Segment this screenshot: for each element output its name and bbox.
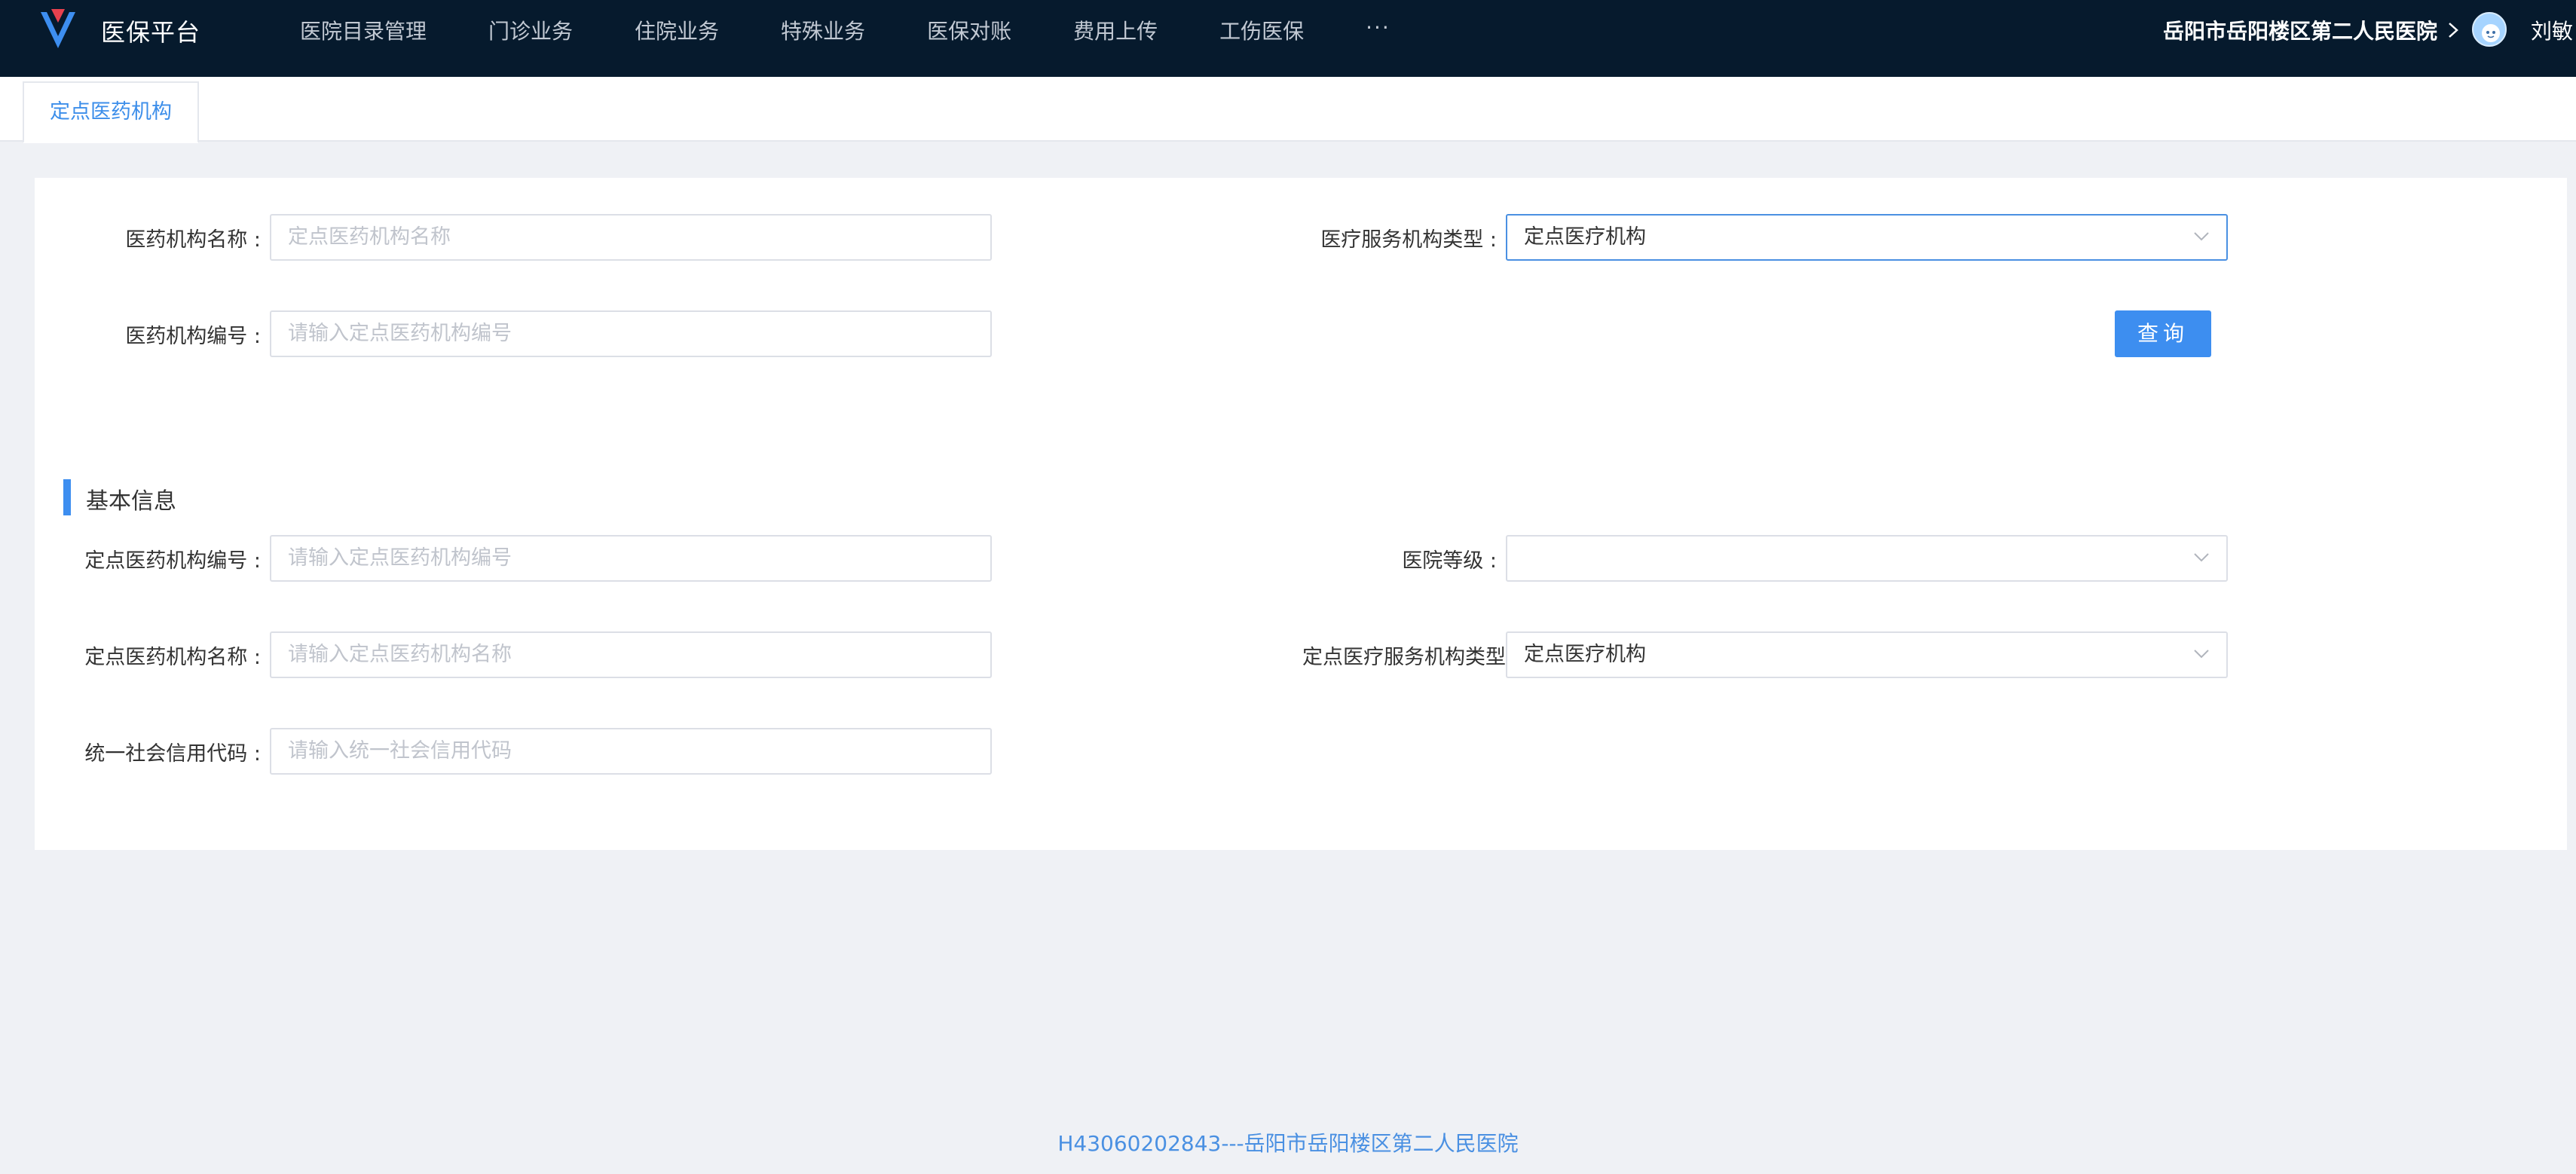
institution-code-input[interactable]: 请输入定点医药机构编号 <box>270 310 992 357</box>
org-switcher[interactable]: 岳阳市岳阳楼区第二人民医院 <box>2163 15 2461 45</box>
label-hospital-level: 医院等级 : <box>1402 549 1497 573</box>
chevron-right-icon <box>2449 23 2458 38</box>
user-name[interactable]: 刘敏 <box>2531 15 2576 45</box>
label-institution-name: 医药机构名称 : <box>125 228 261 252</box>
hospital-level-select[interactable] <box>1506 535 2228 582</box>
avatar[interactable] <box>2472 12 2507 47</box>
designated-name-input[interactable]: 请输入定点医药机构名称 <box>270 631 992 678</box>
designated-service-type-value: 定点医疗机构 <box>1524 643 1646 666</box>
designated-code-input[interactable]: 请输入定点医药机构编号 <box>270 535 992 582</box>
institution-name-input[interactable]: 定点医药机构名称 <box>270 214 992 261</box>
tab-designated-institution[interactable]: 定点医药机构 <box>23 81 199 143</box>
org-name: 岳阳市岳阳楼区第二人民医院 <box>2162 19 2437 44</box>
label-designated-name: 定点医药机构名称 : <box>84 646 261 669</box>
label-designated-code: 定点医药机构编号 : <box>84 549 261 573</box>
chevron-down-icon <box>2194 553 2209 562</box>
chevron-down-icon <box>2194 232 2209 241</box>
nav-item-inpatient[interactable]: 住院业务 <box>635 15 719 45</box>
credit-code-input[interactable]: 请输入统一社会信用代码 <box>270 728 992 775</box>
service-type-value: 定点医疗机构 <box>1524 225 1646 249</box>
app-logo-icon[interactable] <box>38 6 78 53</box>
main-nav: 医院目录管理 门诊业务 住院业务 特殊业务 医保对账 费用上传 工伤医保 ··· <box>300 15 1390 45</box>
tab-bar: 定点医药机构 <box>0 77 2576 143</box>
nav-item-special[interactable]: 特殊业务 <box>781 15 865 45</box>
user-avatar-icon <box>2482 24 2500 42</box>
label-credit-code: 统一社会信用代码 : <box>84 742 261 766</box>
main-panel: 医药机构名称 : 定点医药机构名称 医疗服务机构类型 : 定点医疗机构 医药机构… <box>35 178 2567 850</box>
nav-item-reconcile[interactable]: 医保对账 <box>927 15 1011 45</box>
section-marker <box>63 479 71 515</box>
nav-item-upload[interactable]: 费用上传 <box>1073 15 1158 45</box>
top-navbar: 医保平台 医院目录管理 门诊业务 住院业务 特殊业务 医保对账 费用上传 工伤医… <box>0 0 2576 77</box>
label-service-type: 医疗服务机构类型 : <box>1320 228 1497 252</box>
nav-item-catalog[interactable]: 医院目录管理 <box>300 15 427 45</box>
section-title-basic-info: 基本信息 <box>86 488 176 515</box>
designated-service-type-select[interactable]: 定点医疗机构 <box>1506 631 2228 678</box>
label-institution-code: 医药机构编号 : <box>125 325 261 348</box>
footer-institution-info: H43060202843---岳阳市岳阳楼区第二人民医院 <box>1057 1131 1519 1156</box>
app-brand: 医保平台 <box>101 18 201 47</box>
query-button[interactable]: 查询 <box>2115 310 2211 357</box>
label-designated-service-type: 定点医疗服务机构类型 <box>1302 646 1506 669</box>
nav-item-injury[interactable]: 工伤医保 <box>1219 15 1304 45</box>
service-type-select[interactable]: 定点医疗机构 <box>1506 214 2228 261</box>
chevron-down-icon <box>2194 650 2209 659</box>
nav-more-button[interactable]: ··· <box>1366 15 1390 45</box>
nav-item-outpatient[interactable]: 门诊业务 <box>488 15 573 45</box>
